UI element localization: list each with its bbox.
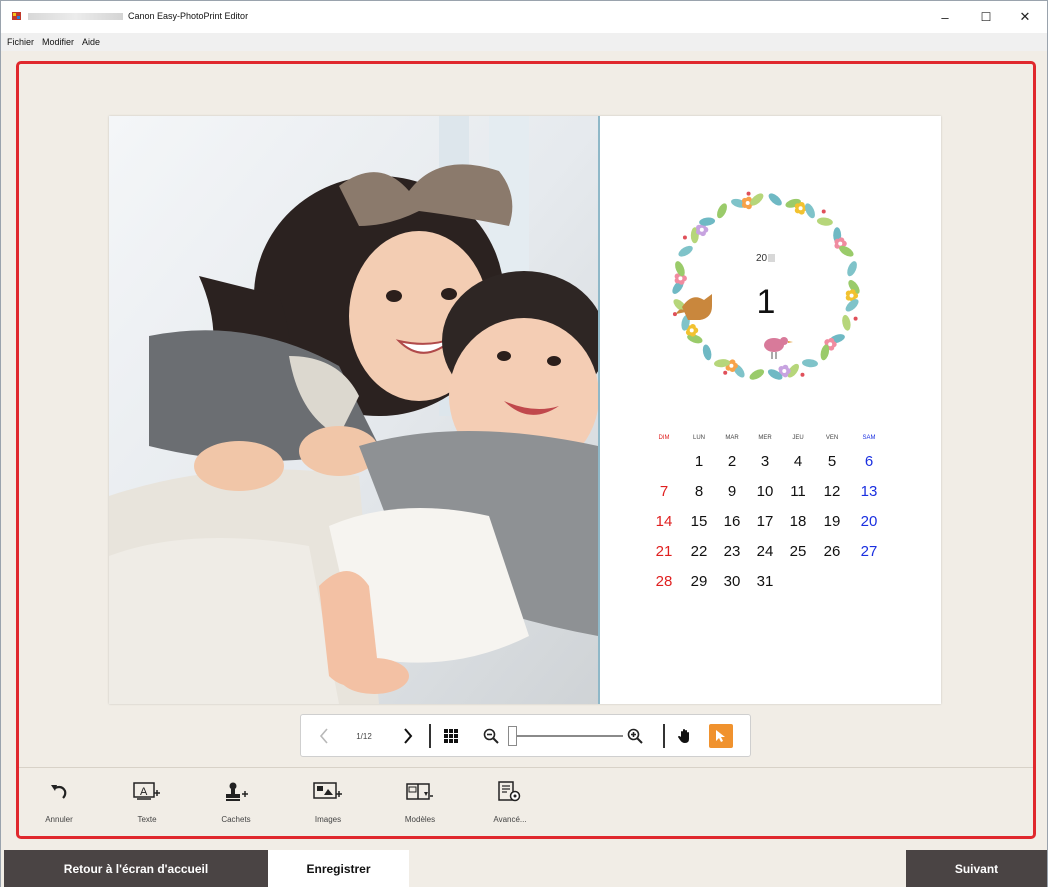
menu-fichier[interactable]: Fichier [7, 37, 34, 47]
close-button[interactable]: ✕ [1015, 7, 1035, 27]
footer-bar: Retour à l'écran d'accueil Enregistrer S… [1, 847, 1047, 887]
app-window: Canon Easy-PhotoPrint Editor – ☐ ✕ Fichi… [0, 0, 1048, 887]
menu-bar: Fichier Modifier Aide [1, 33, 1047, 51]
menu-aide[interactable]: Aide [82, 37, 100, 47]
maximize-button[interactable]: ☐ [976, 7, 996, 27]
editing-area-highlight [16, 61, 1036, 839]
minimize-button[interactable]: – [935, 7, 955, 27]
home-button[interactable]: Retour à l'écran d'accueil [4, 850, 268, 887]
app-logo-icon [12, 12, 21, 20]
next-button[interactable]: Suivant [906, 850, 1047, 887]
window-title: Canon Easy-PhotoPrint Editor [128, 11, 249, 21]
redacted-filename [28, 13, 123, 20]
save-button[interactable]: Enregistrer [268, 850, 409, 887]
menu-modifier[interactable]: Modifier [42, 37, 74, 47]
title-bar: Canon Easy-PhotoPrint Editor – ☐ ✕ [1, 1, 1047, 33]
